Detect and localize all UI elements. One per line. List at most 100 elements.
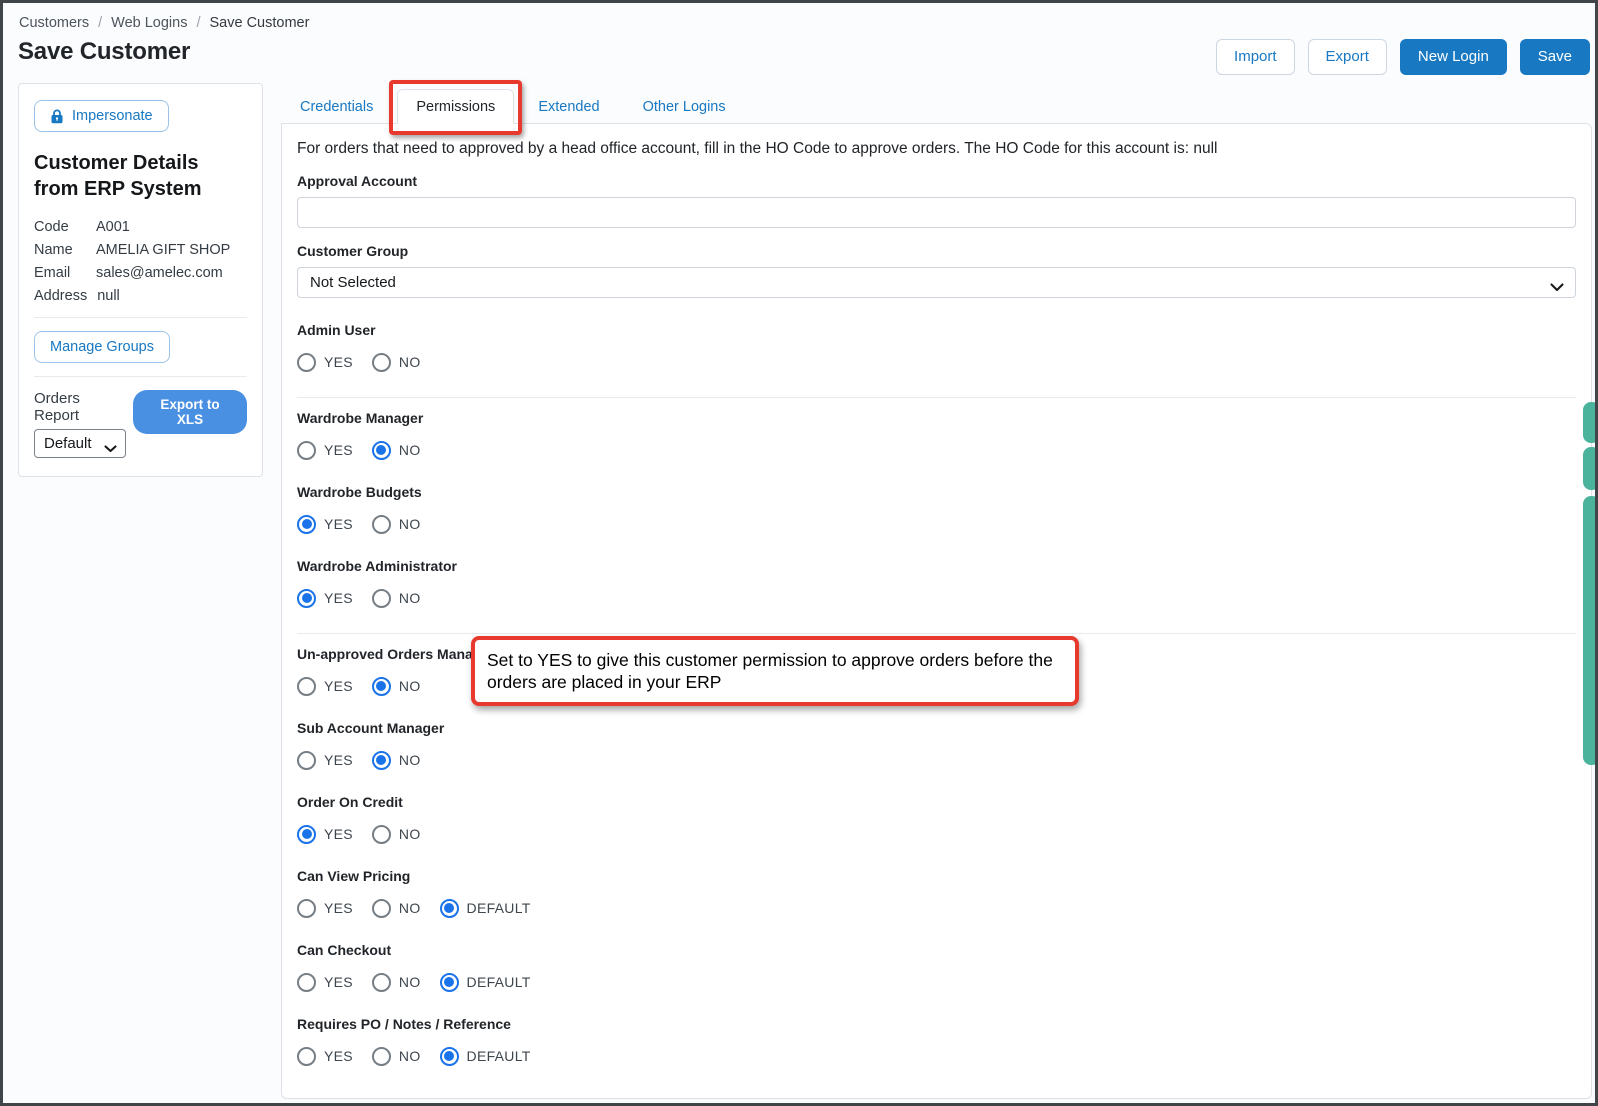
manage-groups-button[interactable]: Manage Groups <box>34 331 170 363</box>
radio-option-order-on-credit-no[interactable]: NO <box>372 825 421 844</box>
permission-group-label: Sub Account Manager <box>297 720 1576 737</box>
permission-group-label: Requires PO / Notes / Reference <box>297 1016 1576 1033</box>
breadcrumb-item-customers[interactable]: Customers <box>19 15 89 31</box>
new-login-button[interactable]: New Login <box>1400 39 1507 75</box>
radio-option-admin-user-yes[interactable]: YES <box>297 353 353 372</box>
radio-unselected-icon[interactable] <box>372 973 391 992</box>
permission-group-wardrobe-budgets: Wardrobe BudgetsYESNO <box>297 484 1576 534</box>
radio-option-wardrobe-manager-no[interactable]: NO <box>372 441 421 460</box>
customer-group-field: Customer Group Not Selected <box>297 243 1576 298</box>
export-to-xls-button[interactable]: Export to XLS <box>133 390 247 434</box>
breadcrumb-item-web-logins[interactable]: Web Logins <box>111 15 187 31</box>
radio-unselected-icon[interactable] <box>372 515 391 534</box>
radio-row: YES NO <box>297 824 1576 844</box>
tab-credentials[interactable]: Credentials <box>281 89 392 126</box>
divider <box>34 376 247 377</box>
radio-option-can-view-pricing-yes[interactable]: YES <box>297 899 353 918</box>
radio-unselected-icon[interactable] <box>372 353 391 372</box>
radio-option-label: NO <box>399 826 421 842</box>
radio-unselected-icon[interactable] <box>297 973 316 992</box>
radio-option-can-view-pricing-default[interactable]: DEFAULT <box>440 899 531 918</box>
radio-option-label: NO <box>399 678 421 694</box>
tab-extended[interactable]: Extended <box>519 89 618 126</box>
radio-selected-icon[interactable] <box>297 589 316 608</box>
radio-unselected-icon[interactable] <box>372 589 391 608</box>
radio-unselected-icon[interactable] <box>297 1047 316 1066</box>
edge-widget-bar[interactable] <box>1583 496 1598 765</box>
impersonate-button[interactable]: Impersonate <box>34 100 169 132</box>
radio-option-wardrobe-budgets-yes[interactable]: YES <box>297 515 353 534</box>
permission-group-wardrobe-administrator: Wardrobe AdministratorYESNO <box>297 558 1576 608</box>
orders-report-select[interactable]: Default <box>34 429 126 458</box>
radio-option-label: DEFAULT <box>467 1048 531 1064</box>
detail-row-email: Emailsales@amelec.com <box>34 265 247 281</box>
permission-group-label: Can Checkout <box>297 942 1576 959</box>
radio-option-label: YES <box>324 354 353 370</box>
radio-option-label: NO <box>399 590 421 606</box>
radio-option-label: YES <box>324 590 353 606</box>
tab-permissions[interactable]: Permissions <box>397 89 514 124</box>
import-button[interactable]: Import <box>1216 39 1295 75</box>
radio-option-requires-po-notes-reference-no[interactable]: NO <box>372 1047 421 1066</box>
radio-selected-icon[interactable] <box>372 441 391 460</box>
radio-option-requires-po-notes-reference-yes[interactable]: YES <box>297 1047 353 1066</box>
radio-option-wardrobe-budgets-no[interactable]: NO <box>372 515 421 534</box>
radio-option-order-on-credit-yes[interactable]: YES <box>297 825 353 844</box>
chevron-down-icon <box>104 440 117 457</box>
edge-widget-bar[interactable] <box>1583 402 1598 443</box>
divider <box>34 317 247 318</box>
radio-option-admin-user-no[interactable]: NO <box>372 353 421 372</box>
permission-group-label: Can View Pricing <box>297 868 1576 885</box>
radio-option-label: NO <box>399 442 421 458</box>
radio-unselected-icon[interactable] <box>297 899 316 918</box>
radio-option-label: YES <box>324 826 353 842</box>
radio-selected-icon[interactable] <box>372 751 391 770</box>
radio-option-can-checkout-no[interactable]: NO <box>372 973 421 992</box>
save-button[interactable]: Save <box>1520 39 1590 75</box>
radio-option-wardrobe-administrator-yes[interactable]: YES <box>297 589 353 608</box>
radio-option-can-checkout-default[interactable]: DEFAULT <box>440 973 531 992</box>
radio-option-un-approved-orders-manager-no[interactable]: NO <box>372 677 421 696</box>
permission-group-label: Wardrobe Manager <box>297 410 1576 427</box>
approval-account-input[interactable] <box>297 197 1576 228</box>
radio-option-wardrobe-manager-yes[interactable]: YES <box>297 441 353 460</box>
radio-unselected-icon[interactable] <box>372 1047 391 1066</box>
radio-unselected-icon[interactable] <box>372 825 391 844</box>
radio-option-sub-account-manager-no[interactable]: NO <box>372 751 421 770</box>
radio-option-wardrobe-administrator-no[interactable]: NO <box>372 589 421 608</box>
customer-group-select[interactable]: Not Selected <box>297 267 1576 298</box>
export-button[interactable]: Export <box>1308 39 1387 75</box>
radio-option-label: YES <box>324 974 353 990</box>
orders-report-select-value: Default <box>44 435 92 452</box>
permission-group-sub-account-manager: Sub Account Manager YES NO <box>297 720 1576 770</box>
radio-selected-icon[interactable] <box>440 899 459 918</box>
radio-row: YES NO <box>297 352 1576 372</box>
edge-widget-bar[interactable] <box>1583 447 1598 490</box>
radio-option-can-checkout-yes[interactable]: YES <box>297 973 353 992</box>
radio-selected-icon[interactable] <box>372 677 391 696</box>
radio-unselected-icon[interactable] <box>297 751 316 770</box>
customer-group-select-value: Not Selected <box>310 274 396 291</box>
radio-option-can-view-pricing-no[interactable]: NO <box>372 899 421 918</box>
radio-row: YES NO <box>297 750 1576 770</box>
radio-unselected-icon[interactable] <box>297 353 316 372</box>
radio-selected-icon[interactable] <box>440 1047 459 1066</box>
radio-unselected-icon[interactable] <box>297 677 316 696</box>
chevron-down-icon <box>1550 279 1564 296</box>
breadcrumb-item-save-customer: Save Customer <box>209 15 309 31</box>
radio-selected-icon[interactable] <box>297 515 316 534</box>
detail-value: AMELIA GIFT SHOP <box>96 242 230 258</box>
radio-selected-icon[interactable] <box>297 825 316 844</box>
radio-selected-icon[interactable] <box>440 973 459 992</box>
tab-bar: CredentialsPermissionsExtendedOther Logi… <box>281 89 750 126</box>
radio-option-requires-po-notes-reference-default[interactable]: DEFAULT <box>440 1047 531 1066</box>
radio-option-label: DEFAULT <box>467 974 531 990</box>
breadcrumb: Customers / Web Logins / Save Customer <box>19 15 309 31</box>
radio-option-un-approved-orders-manager-yes[interactable]: YES <box>297 677 353 696</box>
radio-option-sub-account-manager-yes[interactable]: YES <box>297 751 353 770</box>
tab-other-logins[interactable]: Other Logins <box>624 89 745 126</box>
permission-group-requires-po-notes-reference: Requires PO / Notes / Reference YES NO DEFA… <box>297 1016 1576 1066</box>
radio-unselected-icon[interactable] <box>372 899 391 918</box>
radio-unselected-icon[interactable] <box>297 441 316 460</box>
impersonate-label: Impersonate <box>72 108 153 124</box>
